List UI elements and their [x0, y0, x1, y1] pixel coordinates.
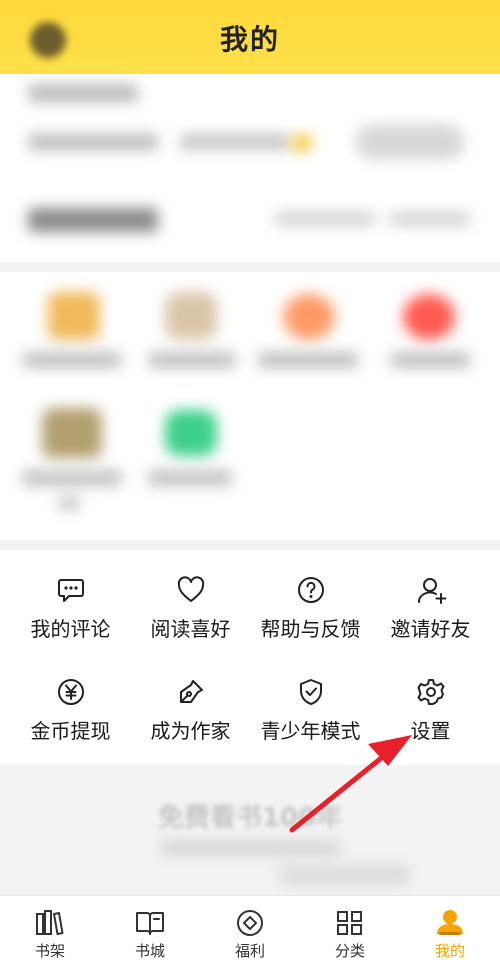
header-bar: 我的: [0, 0, 500, 74]
tab-profile[interactable]: 我的: [400, 896, 500, 970]
menu-item-comments[interactable]: 我的评论: [8, 575, 133, 665]
heart-icon: [177, 576, 204, 602]
bottom-tab-bar: 书架 书城 福利 分类 我的: [0, 895, 500, 970]
tab-welfare[interactable]: 福利: [200, 896, 300, 970]
yuan-coin-icon: [57, 679, 84, 705]
menu-item-label: 我的评论: [30, 617, 111, 641]
promo-text: 免费看书100年: [157, 803, 343, 833]
menu-item-settings[interactable]: 设置: [368, 677, 493, 767]
menu-item-label: 帮助与反馈: [260, 617, 361, 641]
menu-item-reading-preference[interactable]: 阅读喜好: [128, 575, 253, 665]
help-icon: [297, 577, 324, 603]
menu-item-label: 阅读喜好: [150, 617, 231, 641]
promo-area: 免费看书100年: [0, 765, 500, 895]
tab-category[interactable]: 分类: [300, 896, 400, 970]
book-icon: [136, 912, 164, 935]
menu-item-coin-withdraw[interactable]: 金币提现: [8, 677, 133, 767]
menu-item-invite-friends[interactable]: 邀请好友: [368, 575, 493, 665]
profile-icon: [437, 910, 463, 935]
menu-item-help-feedback[interactable]: 帮助与反馈: [248, 575, 373, 665]
page-title: 我的: [219, 23, 280, 56]
menu-item-label: 成为作家: [150, 719, 231, 743]
add-user-icon: [417, 578, 446, 604]
gear-icon: [417, 679, 444, 705]
welfare-icon: [237, 910, 263, 936]
shield-check-icon: [299, 679, 322, 705]
tab-label: 书架: [34, 942, 65, 960]
menu-item-teen-mode[interactable]: 青少年模式: [248, 677, 373, 767]
tab-label: 我的: [434, 942, 465, 960]
menu-item-become-writer[interactable]: 成为作家: [128, 677, 253, 767]
menu-item-label: 邀请好友: [390, 617, 471, 641]
tab-bookstore[interactable]: 书城: [100, 896, 200, 970]
tab-bookshelf[interactable]: 书架: [0, 896, 100, 970]
pen-icon: [179, 680, 203, 703]
section-divider: [0, 262, 500, 272]
comment-icon: [57, 579, 84, 602]
section-divider: [0, 540, 500, 550]
bookshelf-icon: [36, 910, 64, 935]
menu-item-label: 金币提现: [30, 719, 111, 743]
menu-item-label: 青少年模式: [260, 719, 361, 743]
tab-label: 书城: [134, 942, 165, 960]
tab-label: 福利: [234, 942, 265, 960]
menu-item-label: 设置: [410, 719, 451, 743]
tab-label: 分类: [334, 942, 365, 960]
category-icon: [337, 911, 362, 935]
